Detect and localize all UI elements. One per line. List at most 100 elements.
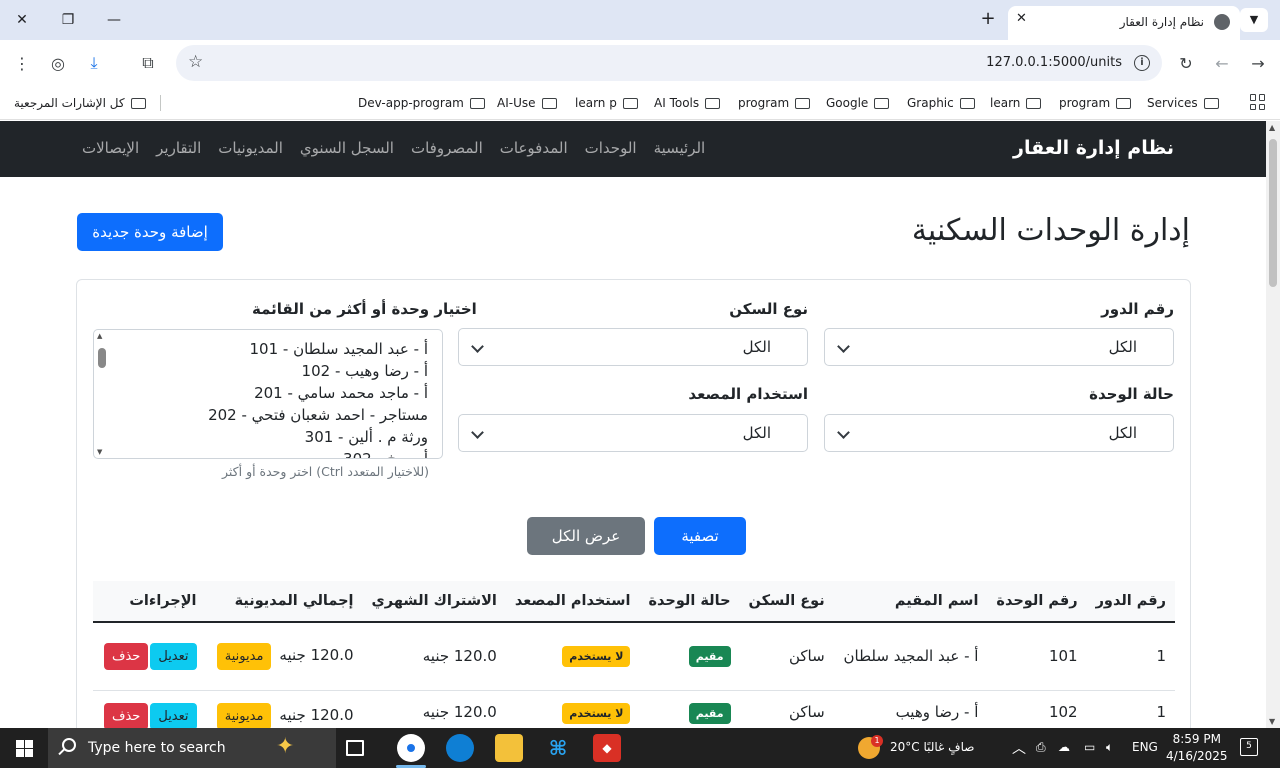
bookmark-item[interactable]: program [1059,93,1132,113]
edit-button[interactable]: تعديل [150,702,197,728]
system-clock[interactable]: 8:59 PM 4/16/2025 [1166,731,1228,765]
bookmark-star-icon[interactable]: ☆ [188,52,203,72]
new-tab-button[interactable]: + [976,8,1000,29]
bookmark-item[interactable]: learn p [575,93,638,113]
url-text[interactable]: 127.0.0.1:5000/units [986,55,1122,70]
site-info-icon[interactable]: i [1134,55,1150,71]
housing-type-select[interactable]: الكل [458,328,808,366]
address-bar[interactable]: ☆ 127.0.0.1:5000/units i [176,45,1162,81]
debt-button[interactable]: مديونية [216,642,272,670]
task-view-icon[interactable] [346,740,364,756]
scroll-down-icon[interactable]: ▼ [97,448,102,456]
bookmark-separator [160,95,161,111]
elevator-select[interactable]: الكل [458,414,808,452]
col-actions: الإجراءات [93,581,206,623]
nav-link-reports[interactable]: التقارير [156,139,201,157]
bookmark-item[interactable]: AI-Use [497,93,557,113]
notifications-icon[interactable]: 5 [1240,738,1258,756]
scroll-up-icon[interactable]: ▲ [1269,123,1275,132]
camera-icon[interactable]: ⎙ [1036,740,1046,755]
delete-button[interactable]: حذف [104,642,149,670]
bookmark-item[interactable]: AI Tools [654,93,721,113]
cloud-icon[interactable]: ☁ [1058,740,1070,754]
col-debt: إجمالي المديونية [205,581,363,623]
bookmark-item[interactable]: Dev-app-program [358,93,485,113]
listbox-scrollbar[interactable]: ▲ ▼ [96,332,108,456]
page-scrollbar[interactable]: ▲ ▼ [1266,121,1280,728]
status-select[interactable]: الكل [824,414,1174,452]
back-arrow-icon[interactable]: ← [1210,52,1234,74]
folder-icon [874,97,890,109]
unit-option[interactable]: 201 - أ - ماجد محمد سامي [94,382,442,404]
nav-link-expenses[interactable]: المصروفات [411,139,483,157]
cell-actions: تعديلحذف [93,622,206,691]
units-multiselect[interactable]: 101 - أ - عبد المجيد سلطان 102 - أ - رضا… [93,329,443,459]
debt-amount: 120.0 جنيه [279,705,354,724]
language-indicator[interactable]: ENG [1132,740,1158,754]
elevator-badge: لا يستخدم [562,645,631,667]
bookmark-item[interactable]: Graphic [907,93,975,113]
forward-arrow-icon[interactable]: → [1246,52,1270,74]
edit-button[interactable]: تعديل [150,642,197,670]
browser-tab[interactable]: ✕ نظام إدارة العقار [1008,6,1240,40]
units-multiselect-label: اختيار وحدة أو أكثر من القائمة [252,300,477,318]
chevron-down-icon [471,426,484,439]
window-close-icon[interactable]: ✕ [8,8,36,32]
app-icon[interactable]: ◆ [593,734,621,762]
status-badge: مقيم [688,702,731,724]
unit-option[interactable]: 301 - ورثة م . ألين [94,426,442,448]
nav-link-receipts[interactable]: الإيصالات [82,139,139,157]
cell-housing-type: ساكن [739,622,834,691]
floor-select[interactable]: الكل [824,328,1174,366]
vscode-icon[interactable]: ⌘ [544,734,572,762]
chrome-icon[interactable] [397,734,425,762]
nav-link-debts[interactable]: المديونيات [218,139,283,157]
top-navbar: نظام إدارة العقار الرئيسية الوحدات المدف… [0,121,1266,177]
extensions-icon[interactable]: ⧉ [136,52,160,74]
listbox-scroll-thumb[interactable] [98,348,106,368]
delete-button[interactable]: حذف [104,702,149,728]
scroll-down-icon[interactable]: ▼ [1269,717,1275,726]
filter-button[interactable]: تصفية [654,517,746,555]
nav-link-payments[interactable]: المدفوعات [500,139,568,157]
profile-icon[interactable]: ◎ [46,52,70,74]
scroll-up-icon[interactable]: ▲ [97,332,102,340]
file-explorer-icon[interactable] [495,734,523,762]
chevron-up-icon[interactable]: ︿ [1012,738,1026,758]
add-unit-button[interactable]: إضافة وحدة جديدة [77,213,223,251]
debt-button[interactable]: مديونية [216,702,272,728]
bookmark-item[interactable]: Services [1147,93,1219,113]
bookmark-item[interactable]: learn [990,93,1042,113]
weather-text[interactable]: 20°C صافٍ غالبًا [890,740,974,754]
show-all-button[interactable]: عرض الكل [527,517,645,555]
filter-card: رقم الدور الكل حالة الوحدة الكل نوع السك… [76,279,1191,728]
unit-option[interactable]: 202 - مستاجر - احمد شعبان فتحي [94,404,442,426]
debt-amount: 120.0 جنيه [279,645,354,664]
tab-search-chevron-icon[interactable]: ▼ [1240,8,1268,32]
window-restore-icon[interactable]: ❐ [54,8,82,32]
bookmark-item[interactable]: program [738,93,811,113]
apps-grid-icon[interactable] [1250,94,1266,110]
window-minimize-icon[interactable]: — [100,8,128,32]
unit-option[interactable]: 101 - أ - عبد المجيد سلطان [94,338,442,360]
volume-icon[interactable]: 🔈︎ [1106,740,1113,755]
network-icon[interactable]: ▭ [1084,740,1095,754]
nav-link-units[interactable]: الوحدات [585,139,637,157]
unit-option[interactable]: 102 - أ - رضا وهيب [94,360,442,382]
reload-icon[interactable]: ↻ [1174,52,1198,74]
windows-start-icon[interactable] [16,740,33,757]
col-floor: رقم الدور [1086,581,1175,623]
sparkle-icon: ✦ [276,734,295,759]
all-bookmarks[interactable]: كل الإشارات المرجعية [14,93,146,113]
nav-link-home[interactable]: الرئيسية [654,139,706,157]
taskbar-search[interactable]: Type here to search ✦ [48,728,336,768]
bookmark-item[interactable]: Google [826,93,890,113]
menu-dots-icon[interactable]: ⋮ [10,52,34,74]
tab-close-icon[interactable]: ✕ [1016,11,1027,26]
navbar-brand[interactable]: نظام إدارة العقار [1013,137,1174,159]
page-scroll-thumb[interactable] [1269,139,1277,287]
edge-icon[interactable] [446,734,474,762]
unit-option[interactable]: 302 - أ - سخ [94,448,442,458]
download-icon[interactable]: ⤓ [82,52,106,74]
nav-link-annual-log[interactable]: السجل السنوي [300,139,394,157]
